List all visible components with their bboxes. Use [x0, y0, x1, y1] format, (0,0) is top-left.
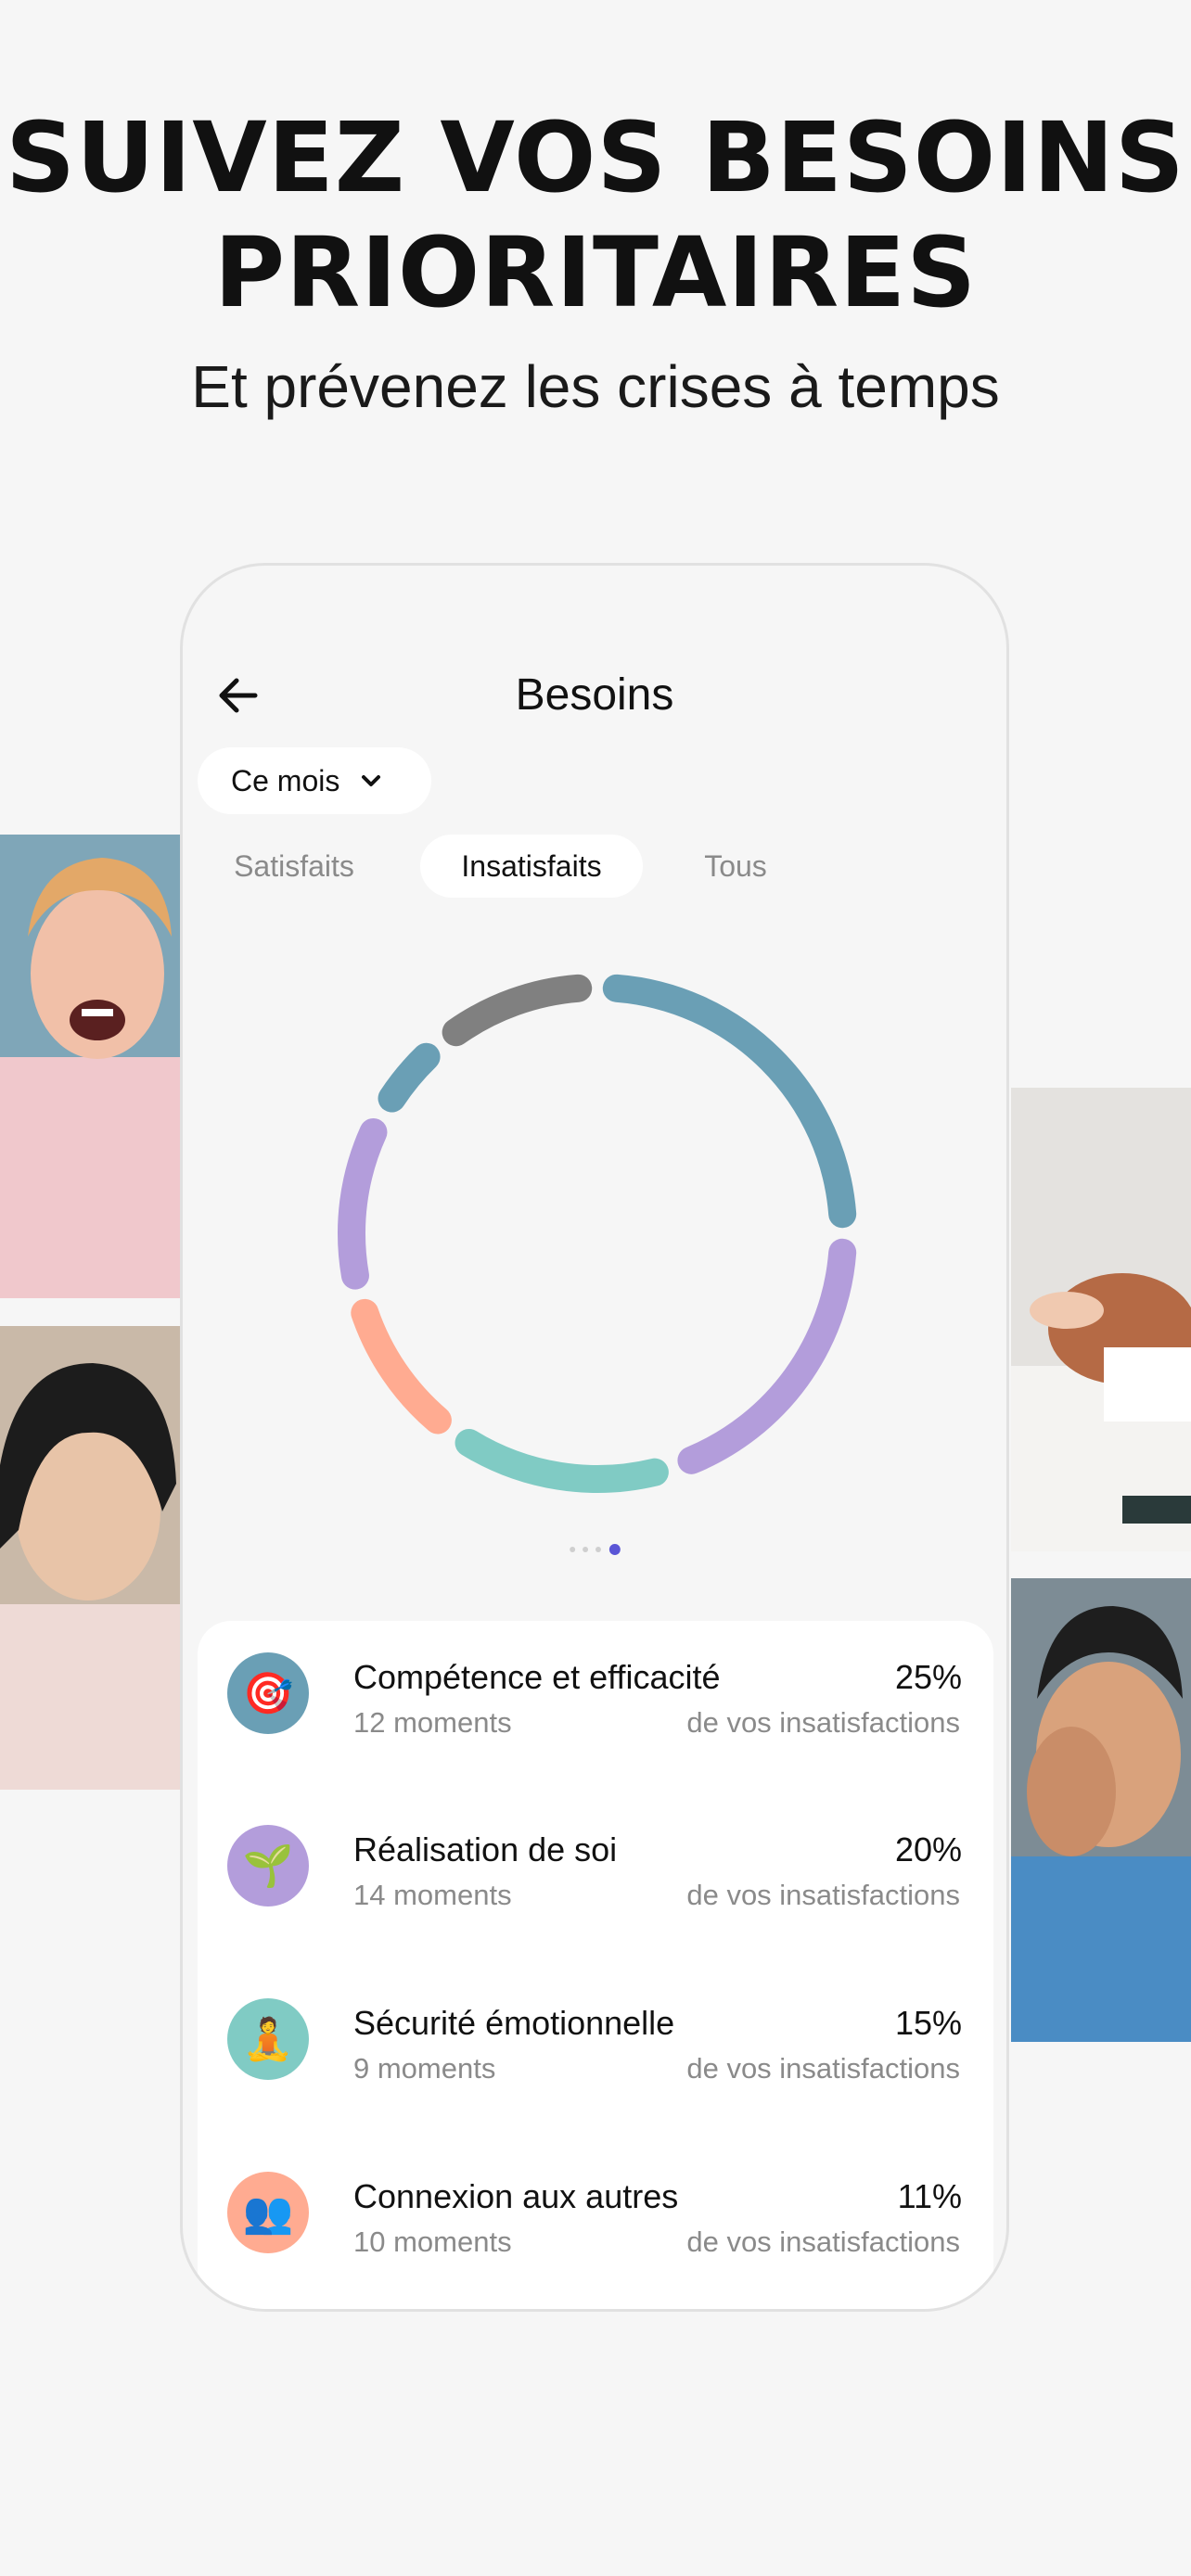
- ring-segment: [455, 1428, 669, 1493]
- phone-mockup: Besoins Ce mois Satisfaits Insatisfaits …: [180, 563, 1009, 2312]
- need-name: Compétence et efficacité: [353, 1658, 721, 1696]
- need-moments: 9 moments: [353, 2052, 496, 2085]
- ring-segment: [378, 1042, 441, 1113]
- screen-title: Besoins: [515, 670, 674, 720]
- need-moments: 10 moments: [353, 2225, 512, 2258]
- needs-list: 🎯 Compétence et efficacité 12 moments 25% de…: [198, 1621, 993, 2309]
- need-description: de vos insatisfactions: [686, 1706, 960, 1739]
- photo-angry-man: [0, 835, 180, 1298]
- promo-headline-line2: PRIORITAIRES: [213, 216, 978, 329]
- tab-tous[interactable]: Tous: [661, 835, 810, 898]
- period-selector[interactable]: Ce mois: [198, 747, 431, 814]
- need-row[interactable]: 🧘 Sécurité émotionnelle 9 moments 15% de vos…: [198, 1976, 993, 2124]
- photo-tired-woman: [1011, 1088, 1191, 1551]
- promo-headline: SUIVEZ VOS BESOINS PRIORITAIRES: [0, 100, 1191, 330]
- need-description: de vos insatisfactions: [686, 2052, 960, 2085]
- need-row[interactable]: 👥 Connexion aux autres 10 moments 11% de vos…: [198, 2149, 993, 2298]
- ring-segment: [602, 974, 857, 1229]
- page-dot: [595, 1547, 601, 1552]
- need-name: Connexion aux autres: [353, 2177, 679, 2215]
- page-dot: [570, 1547, 576, 1552]
- period-label: Ce mois: [231, 763, 340, 797]
- promo-headline-line1: SUIVEZ VOS BESOINS: [6, 101, 1185, 214]
- ring-segment: [677, 1238, 857, 1474]
- page-dot-active: [608, 1544, 621, 1555]
- need-row[interactable]: 🌱 Réalisation de soi 14 moments 20% de vos i…: [198, 1803, 993, 1951]
- seedling-icon: 🌱: [227, 1825, 309, 1906]
- photo-crying-man: [1011, 1578, 1191, 2042]
- need-moments: 14 moments: [353, 1879, 512, 1911]
- need-row[interactable]: 🎯 Compétence et efficacité 12 moments 25% de…: [198, 1630, 993, 1779]
- meditation-icon: 🧘: [227, 1998, 309, 2080]
- need-name: Sécurité émotionnelle: [353, 2004, 675, 2042]
- ring-segment: [442, 974, 593, 1047]
- target-icon: 🎯: [227, 1652, 309, 1734]
- photo-sad-woman: [0, 1326, 180, 1790]
- promo-subtitle: Et prévenez les crises à temps: [191, 353, 1000, 420]
- need-description: de vos insatisfactions: [686, 2225, 960, 2258]
- tab-satisfaits[interactable]: Satisfaits: [198, 835, 391, 898]
- need-percent: 20%: [894, 1830, 962, 1868]
- page-indicator: [570, 1544, 621, 1555]
- need-name: Réalisation de soi: [353, 1830, 618, 1868]
- ring-segment: [338, 1117, 388, 1290]
- chevron-down-icon: [362, 775, 381, 786]
- need-percent: 15%: [894, 2004, 962, 2042]
- need-percent: 11%: [897, 2177, 962, 2215]
- need-description: de vos insatisfactions: [686, 1879, 960, 1911]
- ring-segment: [351, 1298, 452, 1435]
- need-moments: 12 moments: [353, 1706, 512, 1739]
- tab-insatisfaits[interactable]: Insatisfaits: [420, 835, 643, 898]
- people-icon: 👥: [227, 2172, 309, 2253]
- needs-ring-chart: [338, 974, 857, 1493]
- page-dot: [583, 1547, 589, 1552]
- need-percent: 25%: [894, 1658, 962, 1696]
